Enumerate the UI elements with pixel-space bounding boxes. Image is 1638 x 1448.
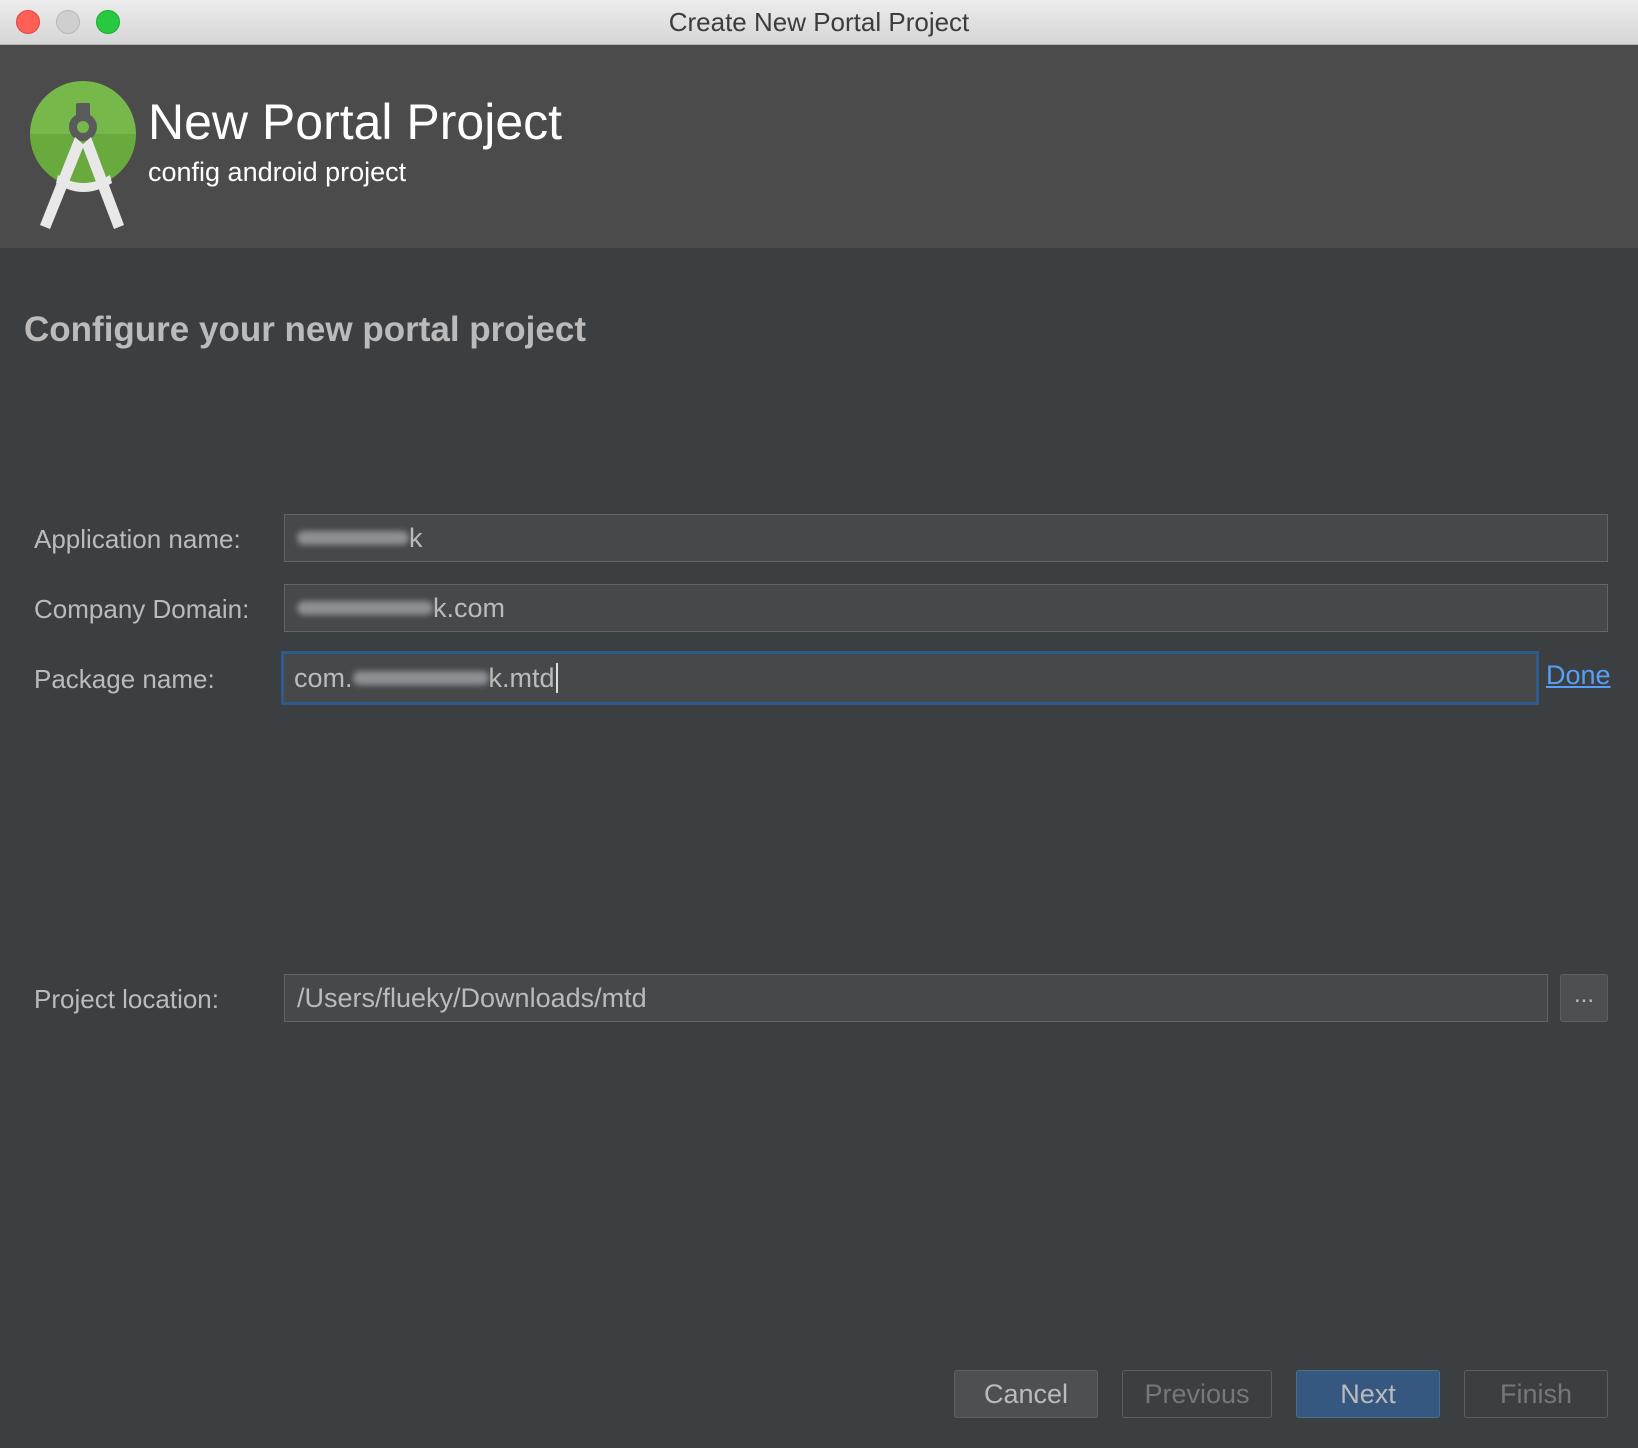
finish-button[interactable]: Finish (1464, 1370, 1608, 1418)
package-name-label: Package name: (34, 664, 215, 694)
company-domain-label: Company Domain: (34, 594, 250, 624)
company-domain-input[interactable]: k.com (284, 584, 1608, 632)
package-name-input[interactable]: com. k.mtd (281, 651, 1539, 705)
header-subtitle: config android project (148, 157, 407, 187)
text-caret (555, 662, 558, 693)
company-domain-value: k.com (433, 593, 506, 623)
page-heading: Configure your new portal project (24, 310, 586, 349)
redacted-text (297, 600, 433, 615)
redacted-text (297, 530, 409, 545)
application-name-input[interactable]: k (284, 514, 1608, 562)
application-name-value: k (409, 523, 423, 553)
package-name-prefix: com. (294, 663, 353, 693)
next-button[interactable]: Next (1296, 1370, 1440, 1418)
header-title: New Portal Project (148, 94, 563, 150)
window-title: Create New Portal Project (668, 7, 970, 37)
wizard-header: New Portal Project config android projec… (0, 45, 1638, 248)
project-location-input[interactable]: /Users/flueky/Downloads/mtd (284, 974, 1548, 1022)
title-bar: Create New Portal Project (0, 0, 1638, 45)
browse-button[interactable]: ... (1560, 974, 1608, 1022)
redacted-text (352, 670, 489, 685)
dialog-window: Create New Portal Project New Portal Pro… (0, 0, 1638, 1448)
package-name-suffix: k.mtd (488, 663, 555, 693)
application-name-label: Application name: (34, 524, 241, 554)
previous-button[interactable]: Previous (1122, 1370, 1272, 1418)
android-studio-logo-icon (30, 81, 136, 229)
project-location-label: Project location: (34, 984, 219, 1014)
cancel-button[interactable]: Cancel (954, 1370, 1098, 1418)
done-link[interactable]: Done (1546, 660, 1611, 691)
